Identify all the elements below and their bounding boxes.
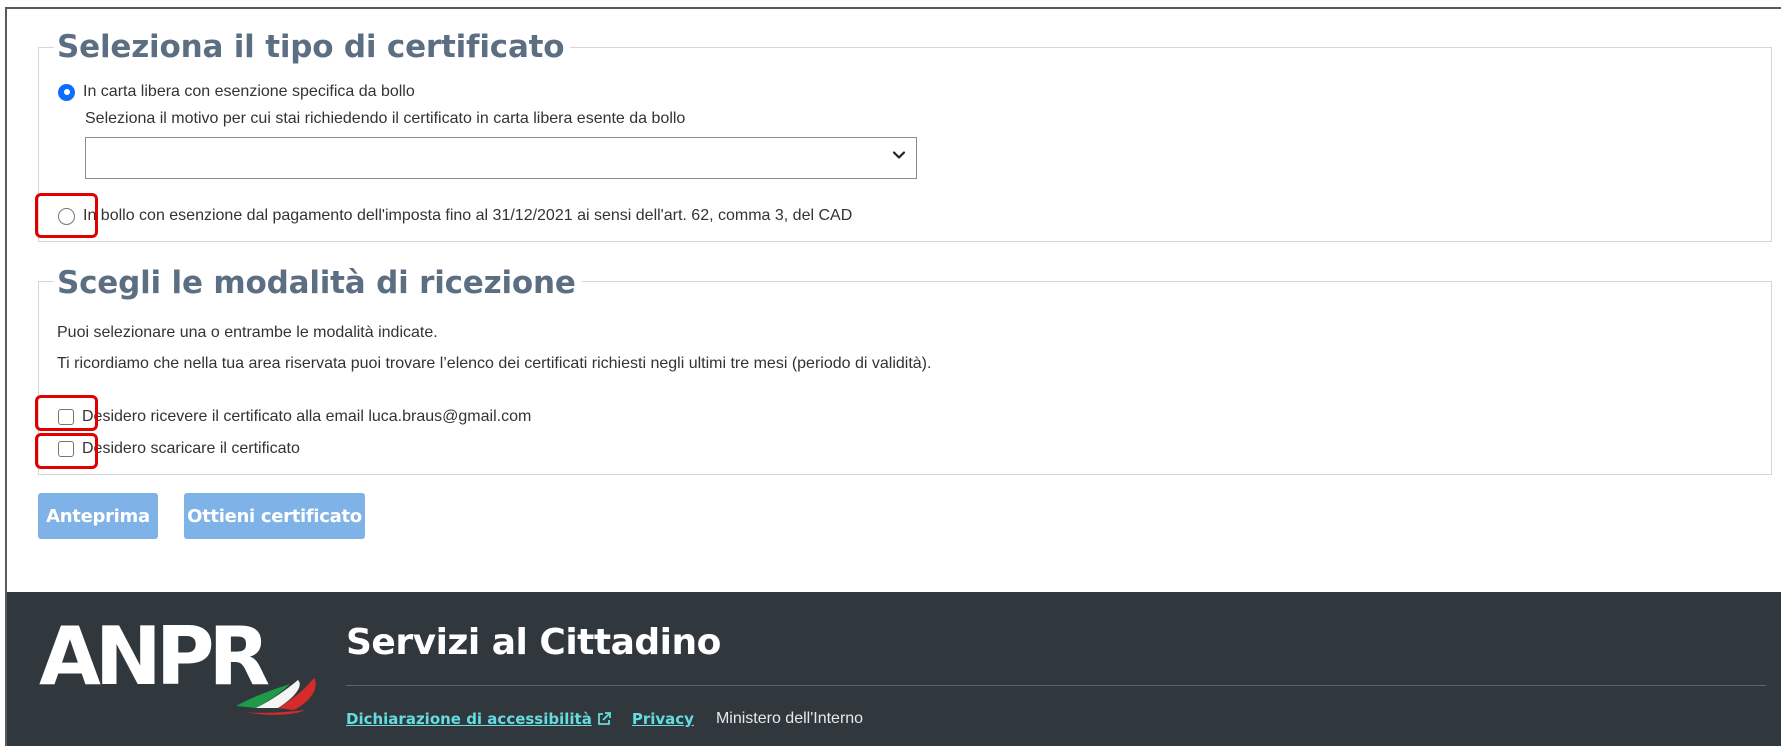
email-option-row[interactable]: Desidero ricevere il certificato alla em… <box>58 408 531 426</box>
option-free-hint: Seleziona il motivo per cui stai richied… <box>85 110 686 127</box>
certificate-type-legend: Seleziona il tipo di certificato <box>54 28 571 66</box>
italian-flag-swoosh-icon <box>236 678 316 715</box>
option-free-row[interactable]: In carta libera con esenzione specifica … <box>58 83 415 101</box>
accessibility-link[interactable]: Dichiarazione di accessibilità <box>346 710 592 728</box>
exemption-reason-select[interactable] <box>85 137 917 179</box>
delivery-intro-2: Ti ricordiamo che nella tua area riserva… <box>57 355 932 372</box>
privacy-link[interactable]: Privacy <box>632 710 694 728</box>
preview-button[interactable]: Anteprima <box>38 493 158 539</box>
radio-free-selected[interactable] <box>58 83 75 101</box>
external-link-icon[interactable] <box>596 711 612 727</box>
footer-links: Dichiarazione di accessibilità Privacy M… <box>346 710 863 728</box>
email-option-label: Desidero ricevere il certificato alla em… <box>82 408 532 425</box>
footer-divider <box>346 685 1766 686</box>
highlight-checkbox-email <box>35 395 98 431</box>
anpr-logo-text: ANPR <box>39 610 270 703</box>
delivery-legend: Scegli le modalità di ricezione <box>54 264 582 302</box>
option-bollo-row[interactable]: In bollo con esenzione dal pagamento del… <box>58 207 852 225</box>
option-free-label: In carta libera con esenzione specifica … <box>83 83 415 100</box>
anpr-logo[interactable]: ANPR <box>39 610 329 715</box>
download-option-label: Desidero scaricare il certificato <box>82 440 300 457</box>
delivery-intro-1: Puoi selezionare una o entrambe le modal… <box>57 324 438 341</box>
footer: ANPR Servizi al Cittadino Dichiarazione … <box>7 592 1781 746</box>
get-certificate-button[interactable]: Ottieni certificato <box>184 493 365 539</box>
ministry-label: Ministero dell'Interno <box>715 710 864 727</box>
chevron-down-icon <box>892 151 906 159</box>
highlight-checkbox-download <box>35 433 98 469</box>
option-bollo-label: In bollo con esenzione dal pagamento del… <box>83 207 853 224</box>
highlight-radio-bollo <box>35 193 98 238</box>
footer-title: Servizi al Cittadino <box>346 622 721 663</box>
